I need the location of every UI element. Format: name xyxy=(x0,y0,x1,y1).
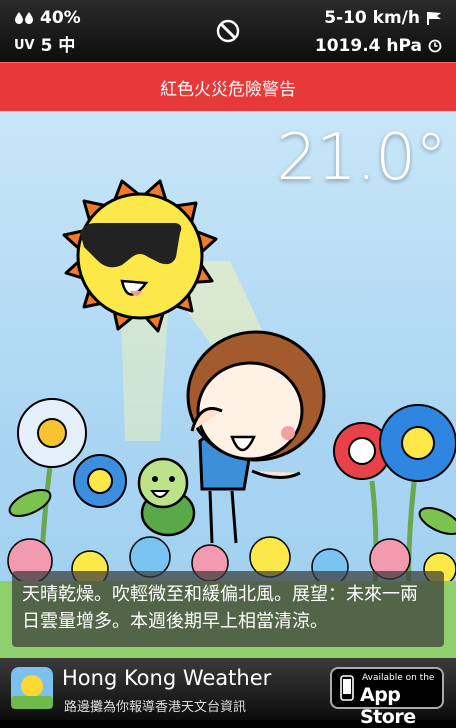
wind-value: 5-10 km/h xyxy=(324,8,420,28)
fire-danger-alert[interactable]: 紅色火災危險警告 xyxy=(0,62,456,111)
uv-stat: UV 5 中 xyxy=(14,36,75,56)
no-entry-icon[interactable] xyxy=(216,19,240,43)
sun-app-icon xyxy=(11,667,53,709)
app-store-button[interactable]: Available on the App Store xyxy=(330,667,444,728)
temperature-display: 21.0° xyxy=(276,121,447,195)
humidity-stat: 40% xyxy=(14,8,81,28)
uv-label: UV xyxy=(14,38,35,53)
forecast-box: 天晴乾燥。吹輕微至和緩偏北風。展望：未來一兩日雲量增多。本週後期早上相當清涼。 xyxy=(12,571,444,647)
droplets-icon xyxy=(15,12,33,24)
status-bar: 40% UV 5 中 5-10 km/h 1019.4 hPa xyxy=(0,0,456,62)
uv-value: 5 中 xyxy=(40,36,76,56)
store-line2: App Store xyxy=(360,684,416,728)
pressure-stat: 1019.4 hPa xyxy=(315,36,442,56)
pressure-value: 1019.4 hPa xyxy=(314,36,422,56)
ad-title: Hong Kong Weather xyxy=(62,666,272,690)
flag-icon xyxy=(427,12,441,25)
alert-text: 紅色火災危險警告 xyxy=(160,79,296,100)
turtle-character xyxy=(137,457,196,537)
phone-icon xyxy=(340,675,354,701)
girl-character xyxy=(186,330,326,544)
weather-illustration: 21.0° 天晴乾燥。吹輕微至和緩偏北風。展望：未來一兩日雲量增多。本週後期早上… xyxy=(0,111,456,658)
store-line1: Available on the xyxy=(362,673,435,683)
ad-banner[interactable]: Hong Kong Weather 路邊攤為你報導香港天文台資訊 Availab… xyxy=(0,658,456,728)
forecast-text: 天晴乾燥。吹輕微至和緩偏北風。展望：未來一兩日雲量增多。本週後期早上相當清涼。 xyxy=(22,584,418,632)
humidity-value: 40% xyxy=(40,8,81,28)
ad-subtitle: 路邊攤為你報導香港天文台資訊 xyxy=(64,700,247,715)
clock-icon xyxy=(428,39,442,53)
wind-stat: 5-10 km/h xyxy=(324,8,442,28)
